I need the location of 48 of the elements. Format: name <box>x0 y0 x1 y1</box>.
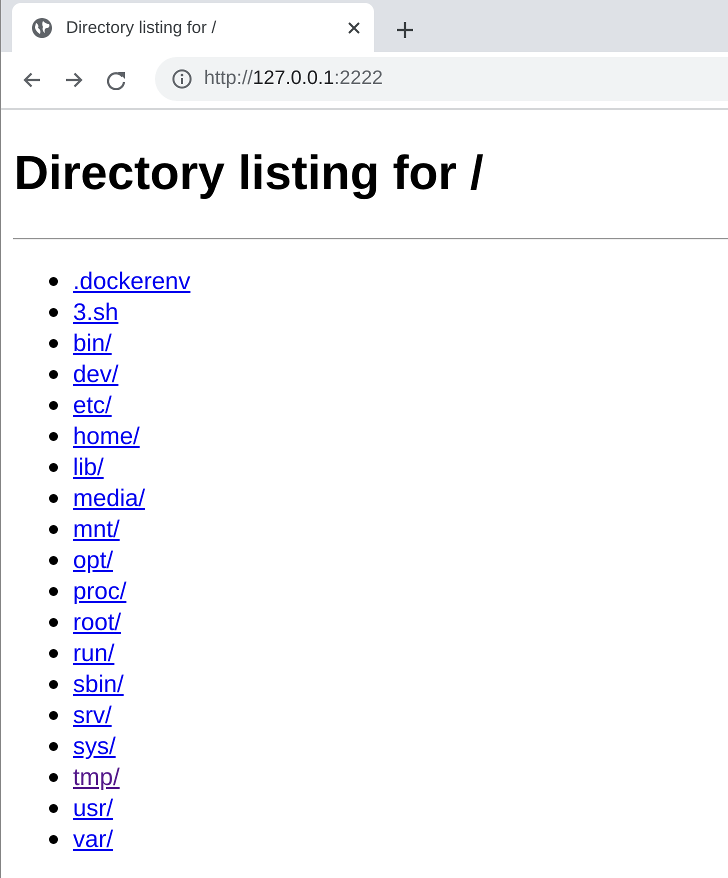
entry-link[interactable]: sys/ <box>73 731 116 762</box>
entry-link[interactable]: dev/ <box>73 359 118 390</box>
entry-link[interactable]: home/ <box>73 421 140 452</box>
entry-link[interactable]: run/ <box>73 638 114 669</box>
bullet-icon <box>49 463 58 472</box>
bullet-icon <box>49 277 58 286</box>
entry-link[interactable]: root/ <box>73 607 122 638</box>
bullet-icon <box>49 525 58 534</box>
entry-link[interactable]: etc/ <box>73 390 112 421</box>
reload-icon[interactable] <box>107 70 126 90</box>
bullet-icon <box>49 711 58 720</box>
entry-link[interactable]: opt/ <box>73 545 114 576</box>
bullet-icon <box>49 804 58 813</box>
bullet-icon <box>49 649 58 658</box>
bullet-icon <box>49 556 58 565</box>
bullet-icon <box>49 835 58 844</box>
bullet-icon <box>49 494 58 503</box>
close-icon[interactable] <box>348 22 360 34</box>
entry-link[interactable]: 3.sh <box>73 297 118 328</box>
address-bar[interactable]: http://127.0.0.1:2222 <box>155 57 728 101</box>
page-heading: Directory listing for / <box>14 146 484 202</box>
bullet-icon <box>49 587 58 596</box>
entry-link[interactable]: var/ <box>73 824 114 855</box>
entry-link[interactable]: proc/ <box>73 576 126 607</box>
bullet-icon <box>49 339 58 348</box>
entry-link[interactable]: mnt/ <box>73 514 120 545</box>
plus-icon[interactable] <box>397 22 413 38</box>
bullet-icon <box>49 742 58 751</box>
entry-link[interactable]: lib/ <box>73 452 104 483</box>
bullet-icon <box>49 308 58 317</box>
bullet-icon <box>49 773 58 782</box>
entry-link[interactable]: .dockerenv <box>73 266 190 297</box>
back-icon[interactable] <box>23 72 41 88</box>
bullet-icon <box>49 680 58 689</box>
entry-link[interactable]: sbin/ <box>73 669 124 700</box>
globe-icon <box>32 18 52 38</box>
browser-tab[interactable]: Directory listing for / <box>12 3 374 52</box>
entry-link[interactable]: media/ <box>73 483 146 514</box>
forward-icon[interactable] <box>65 72 83 88</box>
bullet-icon <box>49 401 58 410</box>
entry-link[interactable]: srv/ <box>73 700 112 731</box>
bullet-icon <box>49 432 58 441</box>
entry-link[interactable]: tmp/ <box>73 762 120 793</box>
bullet-icon <box>49 618 58 627</box>
bullet-icon <box>49 370 58 379</box>
entry-link[interactable]: bin/ <box>73 328 112 359</box>
info-icon <box>172 69 192 89</box>
entry-link[interactable]: usr/ <box>73 793 114 824</box>
